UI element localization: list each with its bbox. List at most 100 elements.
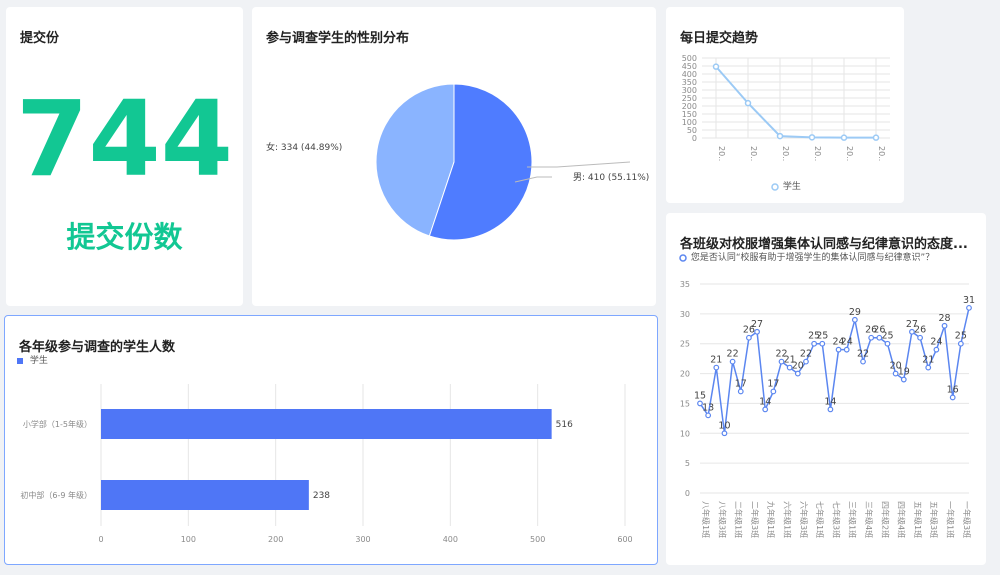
- gender-pie-chart: 女: 334 (44.89%) 男: 410 (55.11%): [266, 83, 649, 241]
- x-tick-label: 六年级1班: [783, 501, 793, 538]
- data-label: 22: [800, 349, 812, 360]
- trend-legend-label: 学生: [782, 182, 801, 192]
- data-point: [713, 364, 720, 371]
- data-point: [884, 340, 891, 347]
- data-point: [794, 370, 801, 377]
- data-point: [729, 358, 736, 365]
- data-point: [933, 346, 940, 353]
- y-tick-label: 0: [692, 134, 697, 143]
- data-label: 10: [718, 420, 730, 431]
- data-point: [819, 340, 826, 347]
- data-point: [843, 346, 850, 353]
- data-label: 20: [792, 361, 804, 372]
- data-point: [840, 134, 848, 141]
- data-point: [808, 134, 816, 141]
- data-point: [872, 134, 880, 141]
- x-tick-label: 一年级1班: [946, 501, 956, 538]
- gender-distribution-card: 参与调查学生的性别分布 女: 334 (44.89%) 男: 410 (55.1…: [252, 7, 656, 306]
- data-point: [762, 406, 769, 413]
- data-label: 16: [947, 384, 959, 395]
- data-label: 24: [841, 337, 853, 348]
- submission-count-label: 提交份数: [66, 220, 183, 254]
- y-tick-label: 15: [680, 399, 690, 408]
- class-attitude-card: 各班级对校服增强集体认同感与纪律意识的态度... 您是否认同“校服有助于增强学生…: [666, 213, 986, 565]
- y-tick-label: 10: [680, 429, 690, 438]
- data-point: [860, 358, 866, 365]
- data-point: [941, 322, 948, 329]
- x-tick-label: 20..: [845, 146, 854, 161]
- pie-label-male: 男: 410 (55.11%): [573, 172, 649, 183]
- x-tick-label: 0: [98, 535, 103, 544]
- x-tick-label: 九年级1班: [766, 501, 776, 538]
- data-label: 17: [735, 378, 747, 389]
- data-point: [868, 334, 875, 341]
- submission-count-value: 744: [15, 78, 234, 200]
- y-tick-label: 30: [680, 310, 690, 319]
- x-tick-label: 20..: [749, 146, 758, 161]
- data-label: 21: [922, 355, 934, 366]
- x-tick-label: 七年级1班: [815, 501, 825, 538]
- data-point: [900, 376, 907, 383]
- data-point: [754, 328, 760, 335]
- bar: [101, 480, 309, 510]
- x-tick-label: 八年级1班: [701, 501, 711, 538]
- data-label: 22: [727, 349, 739, 360]
- data-label: 14: [824, 396, 836, 407]
- x-tick-label: 20..: [813, 146, 822, 161]
- data-point: [925, 364, 932, 371]
- series-line: [715, 65, 876, 139]
- data-label: 15: [694, 390, 706, 401]
- y-tick-label: 250: [682, 94, 697, 103]
- y-tick-label: 50: [687, 126, 697, 135]
- y-tick-label: 0: [685, 489, 690, 498]
- daily-trend-card: 每日提交趋势 0 50 100 150 200 250 300 350 400 450 500 20.…: [666, 7, 904, 203]
- data-label: 29: [849, 307, 861, 318]
- data-label: 22: [857, 349, 869, 360]
- class-attitude-chart: 05101520253035八年级1班 八年级3班 二年级1班 二年级3班 九年级1班六…: [680, 280, 975, 538]
- y-tick-label: 350: [682, 78, 697, 87]
- data-point: [957, 340, 964, 347]
- data-point: [744, 99, 752, 107]
- x-tick-label: 400: [443, 535, 458, 544]
- pie-label-female: 女: 334 (44.89%): [266, 141, 342, 153]
- y-tick-label: 20: [680, 370, 690, 379]
- y-tick-label: 100: [682, 118, 697, 127]
- data-point: [966, 304, 972, 311]
- legend-marker-icon: [771, 182, 779, 191]
- data-point: [827, 406, 834, 413]
- x-tick-label: 六年级3班: [799, 501, 809, 538]
- submission-count-card: 提交份 744 提交份数: [6, 7, 243, 306]
- y-tick-label: 400: [682, 70, 697, 79]
- data-label: 25: [881, 331, 893, 342]
- y-tick-label: 初中部（6-9 年级）: [20, 490, 92, 500]
- y-tick-label: 5: [685, 459, 690, 468]
- data-point: [803, 358, 809, 365]
- x-tick-label: 二年级1班: [734, 501, 744, 538]
- y-tick-label: 300: [682, 86, 697, 95]
- daily-trend-chart: 050100150200250300350400450500 20.. 20.. 20…: [682, 54, 890, 161]
- x-tick-label: 二年级3班: [750, 501, 760, 538]
- x-tick-label: 500: [530, 535, 545, 544]
- y-tick-label: 150: [682, 110, 697, 119]
- x-tick-label: 四年级4班: [897, 501, 907, 538]
- card-title: 提交份: [20, 31, 60, 46]
- x-tick-label: 20..: [877, 146, 886, 161]
- x-tick-label: 100: [181, 535, 196, 544]
- data-point: [851, 316, 858, 323]
- data-point: [746, 334, 752, 341]
- y-tick-label: 200: [682, 102, 697, 111]
- x-tick-label: 20..: [781, 146, 790, 161]
- data-point: [770, 388, 777, 395]
- data-label: 25: [955, 331, 967, 342]
- bar: [101, 409, 552, 439]
- series-line: [699, 307, 970, 434]
- x-tick-label: 20..: [717, 146, 726, 161]
- trend-legend: 学生: [770, 179, 801, 192]
- data-point: [721, 430, 728, 437]
- data-label: 19: [898, 367, 910, 378]
- x-tick-label: 三年级4班: [864, 501, 874, 538]
- x-tick-label: 600: [617, 535, 632, 544]
- data-label: 31: [963, 295, 975, 306]
- data-label: 21: [710, 355, 722, 366]
- y-tick-label: 450: [682, 62, 697, 71]
